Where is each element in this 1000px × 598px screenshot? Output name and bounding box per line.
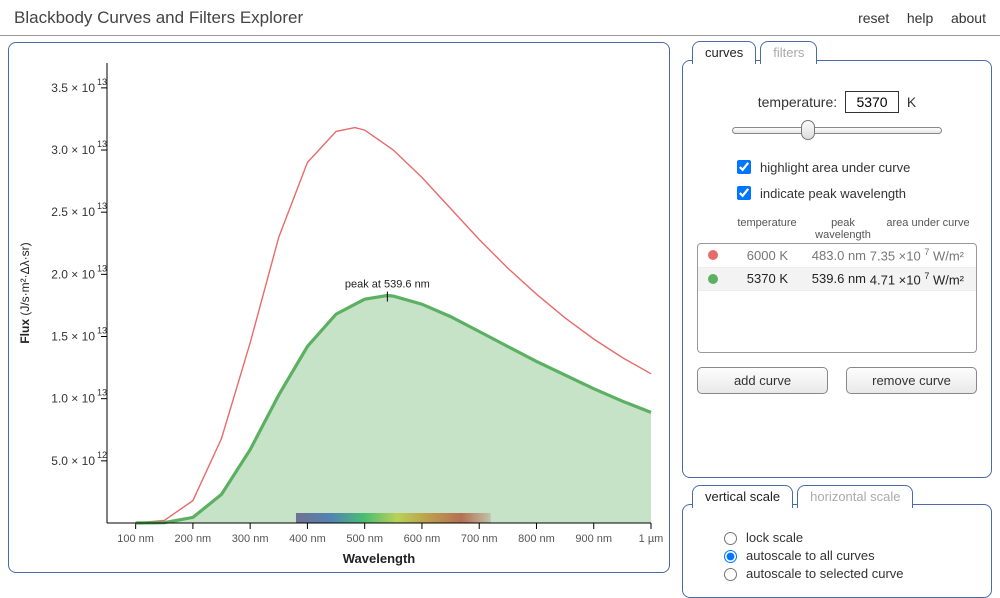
svg-text:13: 13 [97,388,107,398]
svg-text:1.0 × 10: 1.0 × 10 [51,392,95,406]
svg-text:900 nm: 900 nm [575,533,612,545]
radio-sel-label: autoscale to selected curve [746,566,904,581]
radio-sel-input[interactable] [724,568,737,581]
slider-track [732,127,942,134]
help-link[interactable]: help [907,10,933,26]
radio-lock-scale[interactable]: lock scale [719,529,977,545]
curve-color-dot [708,250,718,260]
remove-curve-button[interactable]: remove curve [846,367,977,394]
svg-text:5.0 × 10: 5.0 × 10 [51,454,95,468]
col-area: area under curve [879,217,977,241]
svg-text:Wavelength: Wavelength [343,551,416,566]
svg-text:500 nm: 500 nm [346,533,383,545]
svg-text:13: 13 [97,326,107,336]
svg-text:3.5 × 10: 3.5 × 10 [51,81,95,95]
row-area: 7.35 ×10 7 W/m² [866,247,970,263]
temperature-row: temperature: K [697,91,977,113]
indicate-checkbox[interactable] [737,186,751,200]
indicate-checkbox-row[interactable]: indicate peak wavelength [733,183,977,203]
row-area: 4.71 ×10 7 W/m² [866,271,970,287]
curve-list-header: temperature peakwavelength area under cu… [697,217,977,241]
row-temp: 5370 K [726,271,788,286]
svg-text:600 nm: 600 nm [404,533,441,545]
svg-text:13: 13 [97,263,107,273]
temperature-input[interactable] [845,91,899,113]
highlight-label: highlight area under curve [760,160,910,175]
tab-vertical-scale[interactable]: vertical scale [692,485,793,508]
curve-list: 6000 K483.0 nm7.35 ×10 7 W/m²5370 K539.6… [697,243,977,353]
scale-panel-wrap: vertical scale horizontal scale lock sca… [682,486,992,598]
svg-text:peak at 539.6 nm: peak at 539.6 nm [345,278,430,290]
svg-text:13: 13 [97,77,107,87]
highlight-checkbox-row[interactable]: highlight area under curve [733,157,977,177]
highlight-checkbox[interactable] [737,160,751,174]
chart-panel: 5.0 × 10121.0 × 10131.5 × 10132.0 × 1013… [0,36,678,581]
add-curve-button[interactable]: add curve [697,367,828,394]
app-header: Blackbody Curves and Filters Explorer re… [0,0,1000,36]
svg-text:100 nm: 100 nm [117,533,154,545]
tab-curves[interactable]: curves [692,41,756,64]
about-link[interactable]: about [951,10,986,26]
svg-text:3.0 × 10: 3.0 × 10 [51,143,95,157]
col-temperature: temperature [727,217,807,241]
curve-row[interactable]: 6000 K483.0 nm7.35 ×10 7 W/m² [698,244,976,267]
radio-autoscale-all[interactable]: autoscale to all curves [719,547,977,563]
svg-text:1.5 × 10: 1.5 × 10 [51,330,95,344]
reset-link[interactable]: reset [858,10,889,26]
svg-text:400 nm: 400 nm [289,533,326,545]
blackbody-chart[interactable]: 5.0 × 10121.0 × 10131.5 × 10132.0 × 1013… [8,42,670,573]
indicate-label: indicate peak wavelength [760,186,906,201]
radio-autoscale-selected[interactable]: autoscale to selected curve [719,565,977,581]
svg-text:800 nm: 800 nm [518,533,555,545]
svg-text:13: 13 [97,139,107,149]
radio-lock-label: lock scale [746,530,803,545]
svg-text:13: 13 [97,201,107,211]
app-title: Blackbody Curves and Filters Explorer [14,8,303,28]
row-peak: 539.6 nm [788,271,866,286]
svg-text:200 nm: 200 nm [175,533,212,545]
svg-text:700 nm: 700 nm [461,533,498,545]
slider-thumb[interactable] [801,120,815,140]
curve-color-dot [708,274,718,284]
temperature-unit: K [907,94,916,110]
svg-text:300 nm: 300 nm [232,533,269,545]
temperature-slider[interactable] [732,121,942,139]
svg-text:2.5 × 10: 2.5 × 10 [51,205,95,219]
tab-horizontal-scale[interactable]: horizontal scale [797,485,913,508]
tab-filters[interactable]: filters [760,41,817,64]
temperature-label: temperature: [758,94,837,110]
radio-lock-input[interactable] [724,532,737,545]
radio-all-input[interactable] [724,550,737,563]
radio-all-label: autoscale to all curves [746,548,875,563]
row-peak: 483.0 nm [788,248,866,263]
svg-text:2.0 × 10: 2.0 × 10 [51,267,95,281]
col-peak: peakwavelength [807,217,879,241]
svg-text:Flux (J/s·m²·Δλ·sr): Flux (J/s·m²·Δλ·sr) [18,242,32,343]
svg-text:1 µm: 1 µm [639,533,664,545]
svg-text:12: 12 [97,450,107,460]
curves-panel-wrap: curves filters temperature: K hig [682,42,992,478]
header-links: reset help about [844,10,986,26]
row-temp: 6000 K [726,248,788,263]
curve-row[interactable]: 5370 K539.6 nm4.71 ×10 7 W/m² [698,268,976,291]
